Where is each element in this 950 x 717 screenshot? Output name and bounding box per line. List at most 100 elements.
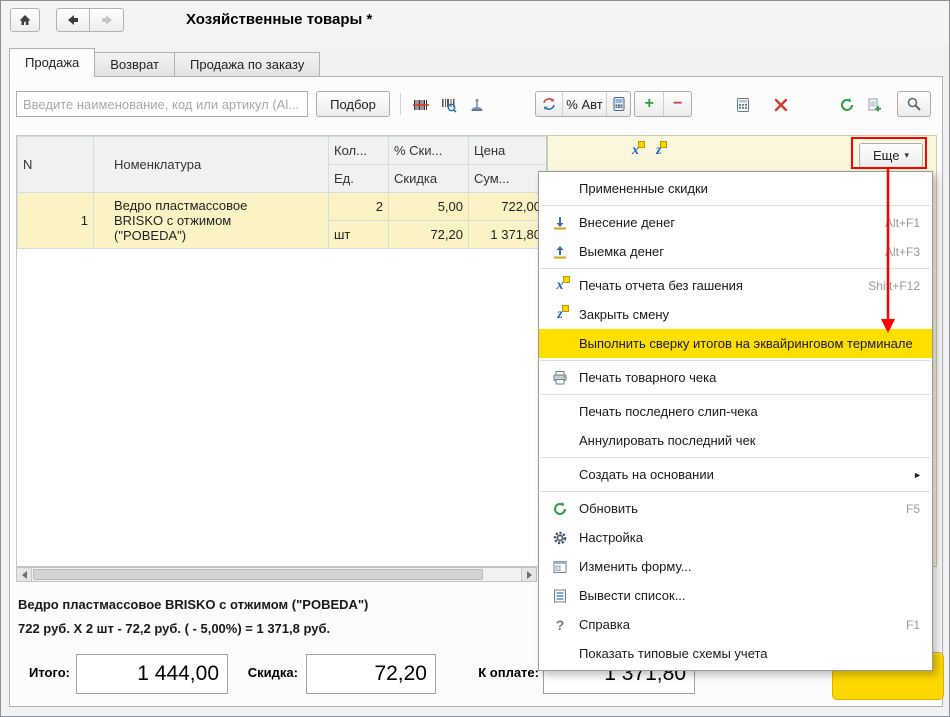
plus-icon: + [644,95,654,112]
menu-item-cash-out[interactable]: Выемка денег Alt+F3 [539,237,932,266]
discount-value-box: 72,20 [306,654,436,694]
cell-qty[interactable]: 2 [328,192,389,221]
menu-item-help[interactable]: ? Справка F1 [539,610,932,639]
col-header-nomenclature: Номенклатура [93,136,329,193]
barcode-search-button[interactable] [436,92,462,117]
cell-unit[interactable]: шт [328,220,389,249]
tab-strip: Продажа Возврат Продажа по заказу [9,48,321,77]
search-icon [906,96,922,112]
barcode-icon [413,97,429,113]
discount-label: Скидка: [247,665,298,680]
menu-item-refresh[interactable]: Обновить F5 [539,494,932,523]
scroll-right-arrow[interactable] [521,568,536,581]
items-table: N Номенклатура Кол... % Ски... Цена Ед. … [17,136,546,249]
calculator-icon [735,97,751,113]
items-table-area: N Номенклатура Кол... % Ски... Цена Ед. … [16,135,547,567]
x-report-icon[interactable]: x [632,141,645,158]
menu-separator [539,266,932,271]
nav-history-group [56,8,124,32]
menu-item-show-accounting-schemes[interactable]: Показать типовые схемы учета [539,639,932,668]
col-header-sum: Сум... [468,164,546,193]
minus-icon: − [673,95,683,112]
cell-row-number[interactable]: 1 [17,192,94,249]
forward-arrow-icon [99,12,115,28]
menu-separator [539,489,932,494]
chevron-down-icon: ▾ [904,150,909,160]
current-item-calc: 722 руб. X 2 шт - 72,2 руб. ( - 5,00%) =… [18,621,331,636]
home-icon [17,12,33,28]
calculator-button[interactable] [729,92,757,117]
refresh-icon [547,501,573,517]
auto-discount-group: % Авт [535,91,631,117]
menu-item-cash-in[interactable]: Внесение денег Alt+F1 [539,208,932,237]
barcode-scan-button[interactable] [408,92,434,117]
printer-icon [547,370,573,386]
menu-item-print-goods-receipt[interactable]: Печать товарного чека [539,363,932,392]
tab-prodazha[interactable]: Продажа [9,48,96,77]
total-value-box: 1 444,00 [76,654,228,694]
delete-row-button[interactable] [767,92,795,117]
recalc-discounts-button[interactable] [536,92,562,116]
cash-out-icon [547,244,573,260]
col-header-price: Цена [468,136,546,165]
total-label: Итого: [29,665,70,680]
barcode-search-icon [441,97,457,113]
search-button[interactable] [897,91,931,117]
scroll-left-arrow[interactable] [17,568,32,581]
back-button[interactable] [56,8,90,32]
cell-price[interactable]: 722,00 [468,192,546,221]
tab-prodazha-po-zakazu[interactable]: Продажа по заказу [174,52,321,77]
menu-item-close-shift[interactable]: z Закрыть смену [539,300,932,329]
menu-separator [539,455,932,460]
increase-qty-button[interactable]: + [635,92,663,116]
x-report-icon: x [556,275,570,293]
page-title: Хозяйственные товары * [186,11,373,28]
h-scrollbar[interactable] [16,567,537,582]
table-row[interactable]: 1 Ведро пластмассовое BRISKO с отжимом (… [17,192,546,249]
menu-item-terminal-reconciliation[interactable]: Выполнить сверку итогов на эквайринговом… [539,329,932,358]
home-button[interactable] [10,8,40,32]
help-icon: ? [555,616,565,633]
list-icon [547,588,573,604]
forward-button[interactable] [90,8,124,32]
app-window: Хозяйственные товары * Продажа Возврат П… [0,0,950,717]
scroll-thumb[interactable] [33,569,483,580]
back-arrow-icon [65,12,81,28]
payment-terminal-button[interactable] [606,92,630,116]
left-triangle-icon [21,570,27,579]
top-bar: Хозяйственные товары * [1,1,949,45]
cell-discount[interactable]: 72,20 [388,220,469,249]
form-icon [547,559,573,575]
menu-item-print-last-slip[interactable]: Печать последнего слип-чека [539,397,932,426]
cash-in-icon [547,215,573,231]
qty-adjust-group: + − [634,91,692,117]
menu-item-x-report[interactable]: x Печать отчета без гашения Shift+F12 [539,271,932,300]
gear-icon [547,530,573,546]
menu-item-applied-discounts[interactable]: Примененные скидки [539,174,932,203]
scales-icon [469,97,485,113]
scales-button[interactable] [464,92,490,117]
decrease-qty-button[interactable]: − [663,92,691,116]
auto-discount-button[interactable]: % Авт [562,92,606,116]
menu-item-settings[interactable]: Настройка [539,523,932,552]
open-shift-button[interactable] [834,92,860,117]
col-header-n: N [17,136,94,193]
z-report-icon[interactable]: z [656,141,669,158]
z-report-icon: z [557,304,570,322]
exchange-arrows-icon [541,96,557,112]
esche-button[interactable]: Еще ▾ [859,143,923,168]
menu-item-create-based-on[interactable]: Создать на основании ► [539,460,932,489]
delete-x-icon [773,97,789,113]
cell-sum[interactable]: 1 371,80 [468,220,546,249]
tab-vozvrat[interactable]: Возврат [94,52,176,77]
new-receipt-button[interactable] [861,92,887,117]
search-input[interactable] [16,91,308,117]
menu-item-cancel-last-receipt[interactable]: Аннулировать последний чек [539,426,932,455]
context-menu: Примененные скидки Внесение денег Alt+F1… [538,171,933,671]
podbor-button[interactable]: Подбор [316,91,390,117]
current-item-name: Ведро пластмассовое BRISKO с отжимом ("P… [18,597,369,612]
cell-discount-pct[interactable]: 5,00 [388,192,469,221]
cell-nomenclature[interactable]: Ведро пластмассовое BRISKO с отжимом ("P… [93,192,329,249]
menu-item-change-form[interactable]: Изменить форму... [539,552,932,581]
menu-item-print-list[interactable]: Вывести список... [539,581,932,610]
